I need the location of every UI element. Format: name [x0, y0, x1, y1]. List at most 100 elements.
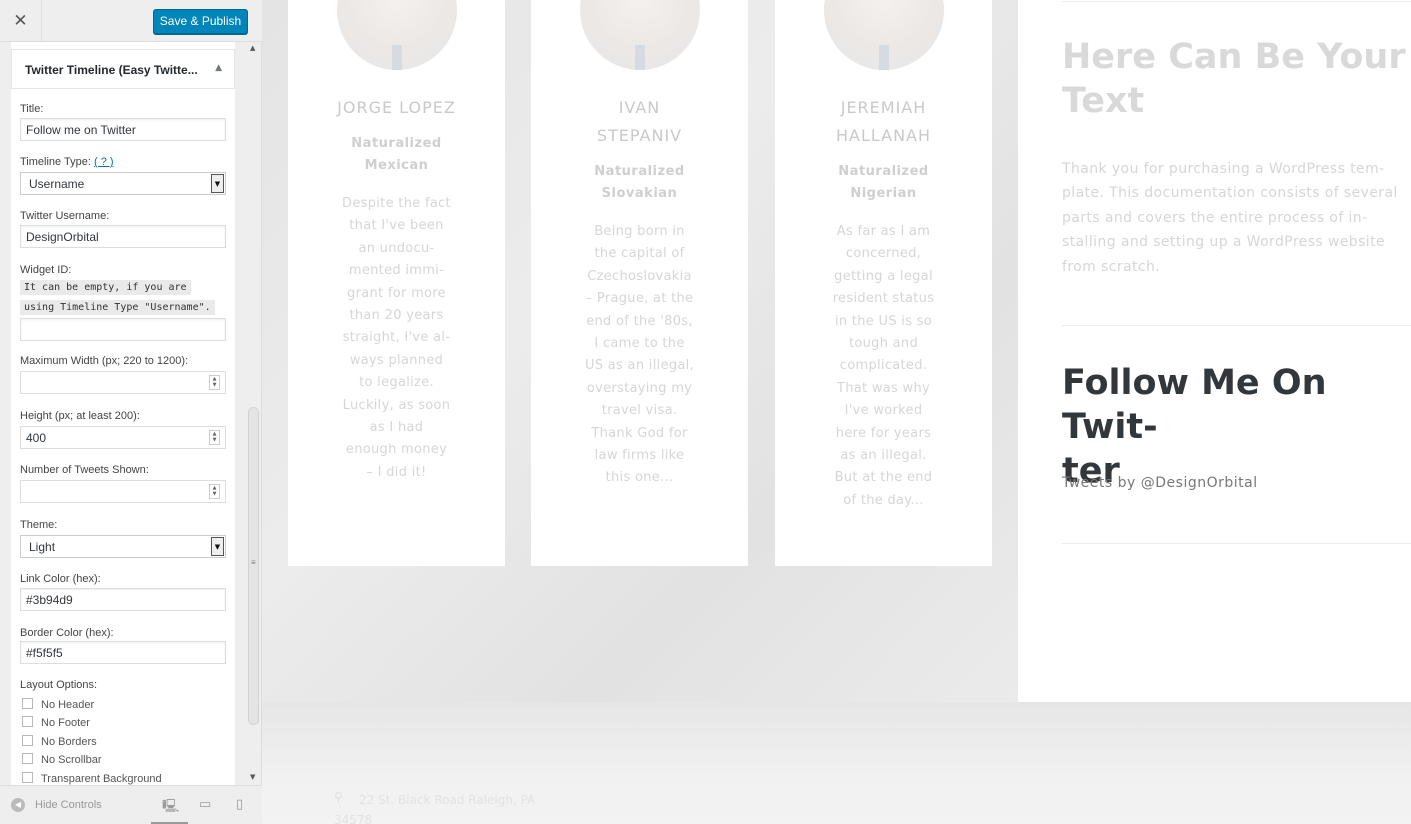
widget-id-note-line2: using Timeline Type "Username". [20, 300, 215, 315]
widget-panel: Twitter Timeline (Easy Twitte... ▲ Title… [11, 42, 235, 785]
collapse-arrow-icon[interactable]: ▲ [215, 63, 222, 73]
username-label: Twitter Username: [20, 210, 110, 222]
widget-id-label: Widget ID: [20, 264, 72, 276]
customizer-header: ✕ Save & Publish [0, 0, 262, 42]
member-bio: As far as I am concerned, getting a lega… [815, 221, 952, 512]
member-nationality-line1: Naturalized [838, 164, 929, 179]
no-header-label: No Header [41, 699, 95, 711]
member-nationality-line2: Nigerian [850, 186, 917, 201]
tie-shape [635, 45, 645, 70]
no-borders-checkbox[interactable] [22, 735, 33, 746]
timeline-type-label-text: Timeline Type: [20, 156, 91, 168]
save-publish-button[interactable]: Save & Publish [153, 9, 248, 34]
member-bio: Being born in the capital of Czechoslova… [571, 221, 708, 490]
member-nationality-line1: Naturalized [351, 136, 442, 151]
no-borders-label: No Borders [41, 736, 97, 748]
avatar [580, 0, 700, 70]
tweets-by-link[interactable]: Tweets by @DesignOrbital [1062, 475, 1258, 491]
site-preview: JORGE LOPEZ Naturalized Mexican Despite … [262, 0, 1411, 824]
sidebar-scrollbar[interactable]: ▲ ≡ ▼ [247, 42, 261, 785]
scroll-up-icon[interactable]: ▲ [250, 44, 255, 52]
theme-label: Theme: [20, 519, 58, 531]
bio-line: Being born in [594, 224, 685, 239]
bio-line: Thank God for [591, 425, 688, 441]
bio-line: – I did it! [366, 464, 427, 480]
close-icon: ✕ [13, 11, 28, 31]
paragraph-line: from scratch. [1062, 258, 1161, 275]
bio-line: mented immi- [348, 263, 445, 279]
timeline-type-value: Username [29, 177, 85, 191]
close-customizer-button[interactable]: ✕ [0, 0, 42, 42]
scroll-down-icon[interactable]: ▼ [250, 773, 255, 781]
timeline-type-help-link[interactable]: ( ? ) [94, 156, 114, 168]
link-color-input[interactable]: #3b94d9 [20, 588, 226, 611]
hide-controls-button[interactable]: Hide Controls [35, 799, 102, 811]
spinner-arrows-icon[interactable]: ▲ ▼ [209, 430, 220, 445]
max-width-label: Maximum Width (px; 220 to 1200): [20, 355, 189, 367]
bio-line: US as an illegal, [584, 358, 694, 374]
desktop-preview-icon[interactable]: 🖳 [162, 797, 179, 819]
spinner-arrows-icon[interactable]: ▲ ▼ [209, 484, 220, 499]
member-bio: Despite the fact that I've been an undoc… [328, 193, 465, 484]
no-header-checkbox[interactable] [22, 698, 33, 709]
bio-line: – Prague, at the [585, 291, 694, 307]
team-card: JEREMIAH HALLANAH Naturalized Nigerian A… [775, 0, 992, 566]
border-color-label: Border Color (hex): [20, 627, 114, 639]
no-footer-checkbox[interactable] [22, 716, 33, 727]
link-color-label: Link Color (hex): [20, 573, 101, 585]
transparent-background-checkbox[interactable] [22, 772, 33, 783]
member-nationality-line2: Mexican [364, 158, 429, 173]
divider [1062, 543, 1411, 544]
heading-line: Here Can Be Your [1062, 37, 1406, 77]
bio-line: as an illegal. [840, 448, 927, 464]
collapse-arrow-icon[interactable]: ◀ [11, 798, 25, 812]
max-width-input[interactable]: ▲ ▼ [20, 371, 226, 394]
bio-line: As far as I am [836, 224, 931, 239]
tablet-preview-icon[interactable]: ▭ [199, 797, 211, 812]
bio-line: getting a legal [834, 268, 933, 284]
tie-shape [879, 45, 889, 70]
border-color-input[interactable]: #f5f5f5 [20, 641, 226, 664]
title-input[interactable]: Follow me on Twitter [20, 118, 226, 141]
member-nationality-line1: Naturalized [594, 164, 685, 179]
username-input[interactable]: DesignOrbital [20, 225, 226, 248]
member-name-line1: JEREMIAH [840, 98, 927, 117]
bio-line: an undocu- [358, 240, 435, 256]
team-card: IVAN STEPANIV Naturalized Slovakian Bein… [531, 0, 748, 566]
height-value: 400 [26, 431, 47, 445]
bio-line: ways planned [349, 352, 444, 368]
timeline-type-select[interactable]: Username ▼ [20, 172, 226, 195]
mobile-preview-icon[interactable]: ▯ [236, 797, 243, 812]
divider [1062, 325, 1411, 326]
dropdown-arrow-icon: ▼ [211, 537, 224, 556]
bio-line: resident status [832, 291, 935, 307]
theme-select[interactable]: Light ▼ [20, 535, 226, 558]
scrollbar-thumb[interactable]: ≡ [248, 407, 259, 725]
theme-value: Light [29, 540, 56, 554]
transparent-background-label: Transparent Background [41, 773, 162, 785]
bio-line: as I had [369, 420, 424, 436]
bio-line: this one... [605, 470, 674, 486]
bio-line: the capital of [594, 246, 685, 262]
no-scrollbar-checkbox[interactable] [22, 753, 33, 764]
height-label: Height (px; at least 200): [20, 410, 140, 422]
bio-line: law firms like [594, 448, 685, 464]
avatar [337, 0, 457, 70]
bio-line: travel visa. [601, 403, 678, 419]
bio-line: concerned, [845, 246, 922, 262]
sidebar-widgets-area: Here Can Be Your Text Thank you for purc… [1018, 0, 1411, 702]
height-input[interactable]: 400 ▲ ▼ [20, 426, 226, 449]
layout-options-label: Layout Options: [20, 679, 98, 691]
widget-id-input[interactable] [20, 318, 226, 341]
bio-line: I came to the [594, 336, 685, 352]
bio-line: straight, I've al- [342, 330, 451, 346]
bio-line: here for years [835, 425, 932, 441]
heading-line: Follow Me On Twit- [1062, 363, 1327, 447]
widget-header[interactable]: Twitter Timeline (Easy Twitte... ▲ [11, 49, 235, 89]
tweets-count-input[interactable]: ▲ ▼ [20, 480, 226, 503]
dropdown-arrow-icon: ▼ [211, 174, 224, 193]
bio-line: complicated. [839, 358, 928, 374]
member-name-line2: HALLANAH [835, 126, 932, 145]
spinner-arrows-icon[interactable]: ▲ ▼ [209, 375, 220, 390]
member-name: JORGE LOPEZ [337, 98, 456, 117]
